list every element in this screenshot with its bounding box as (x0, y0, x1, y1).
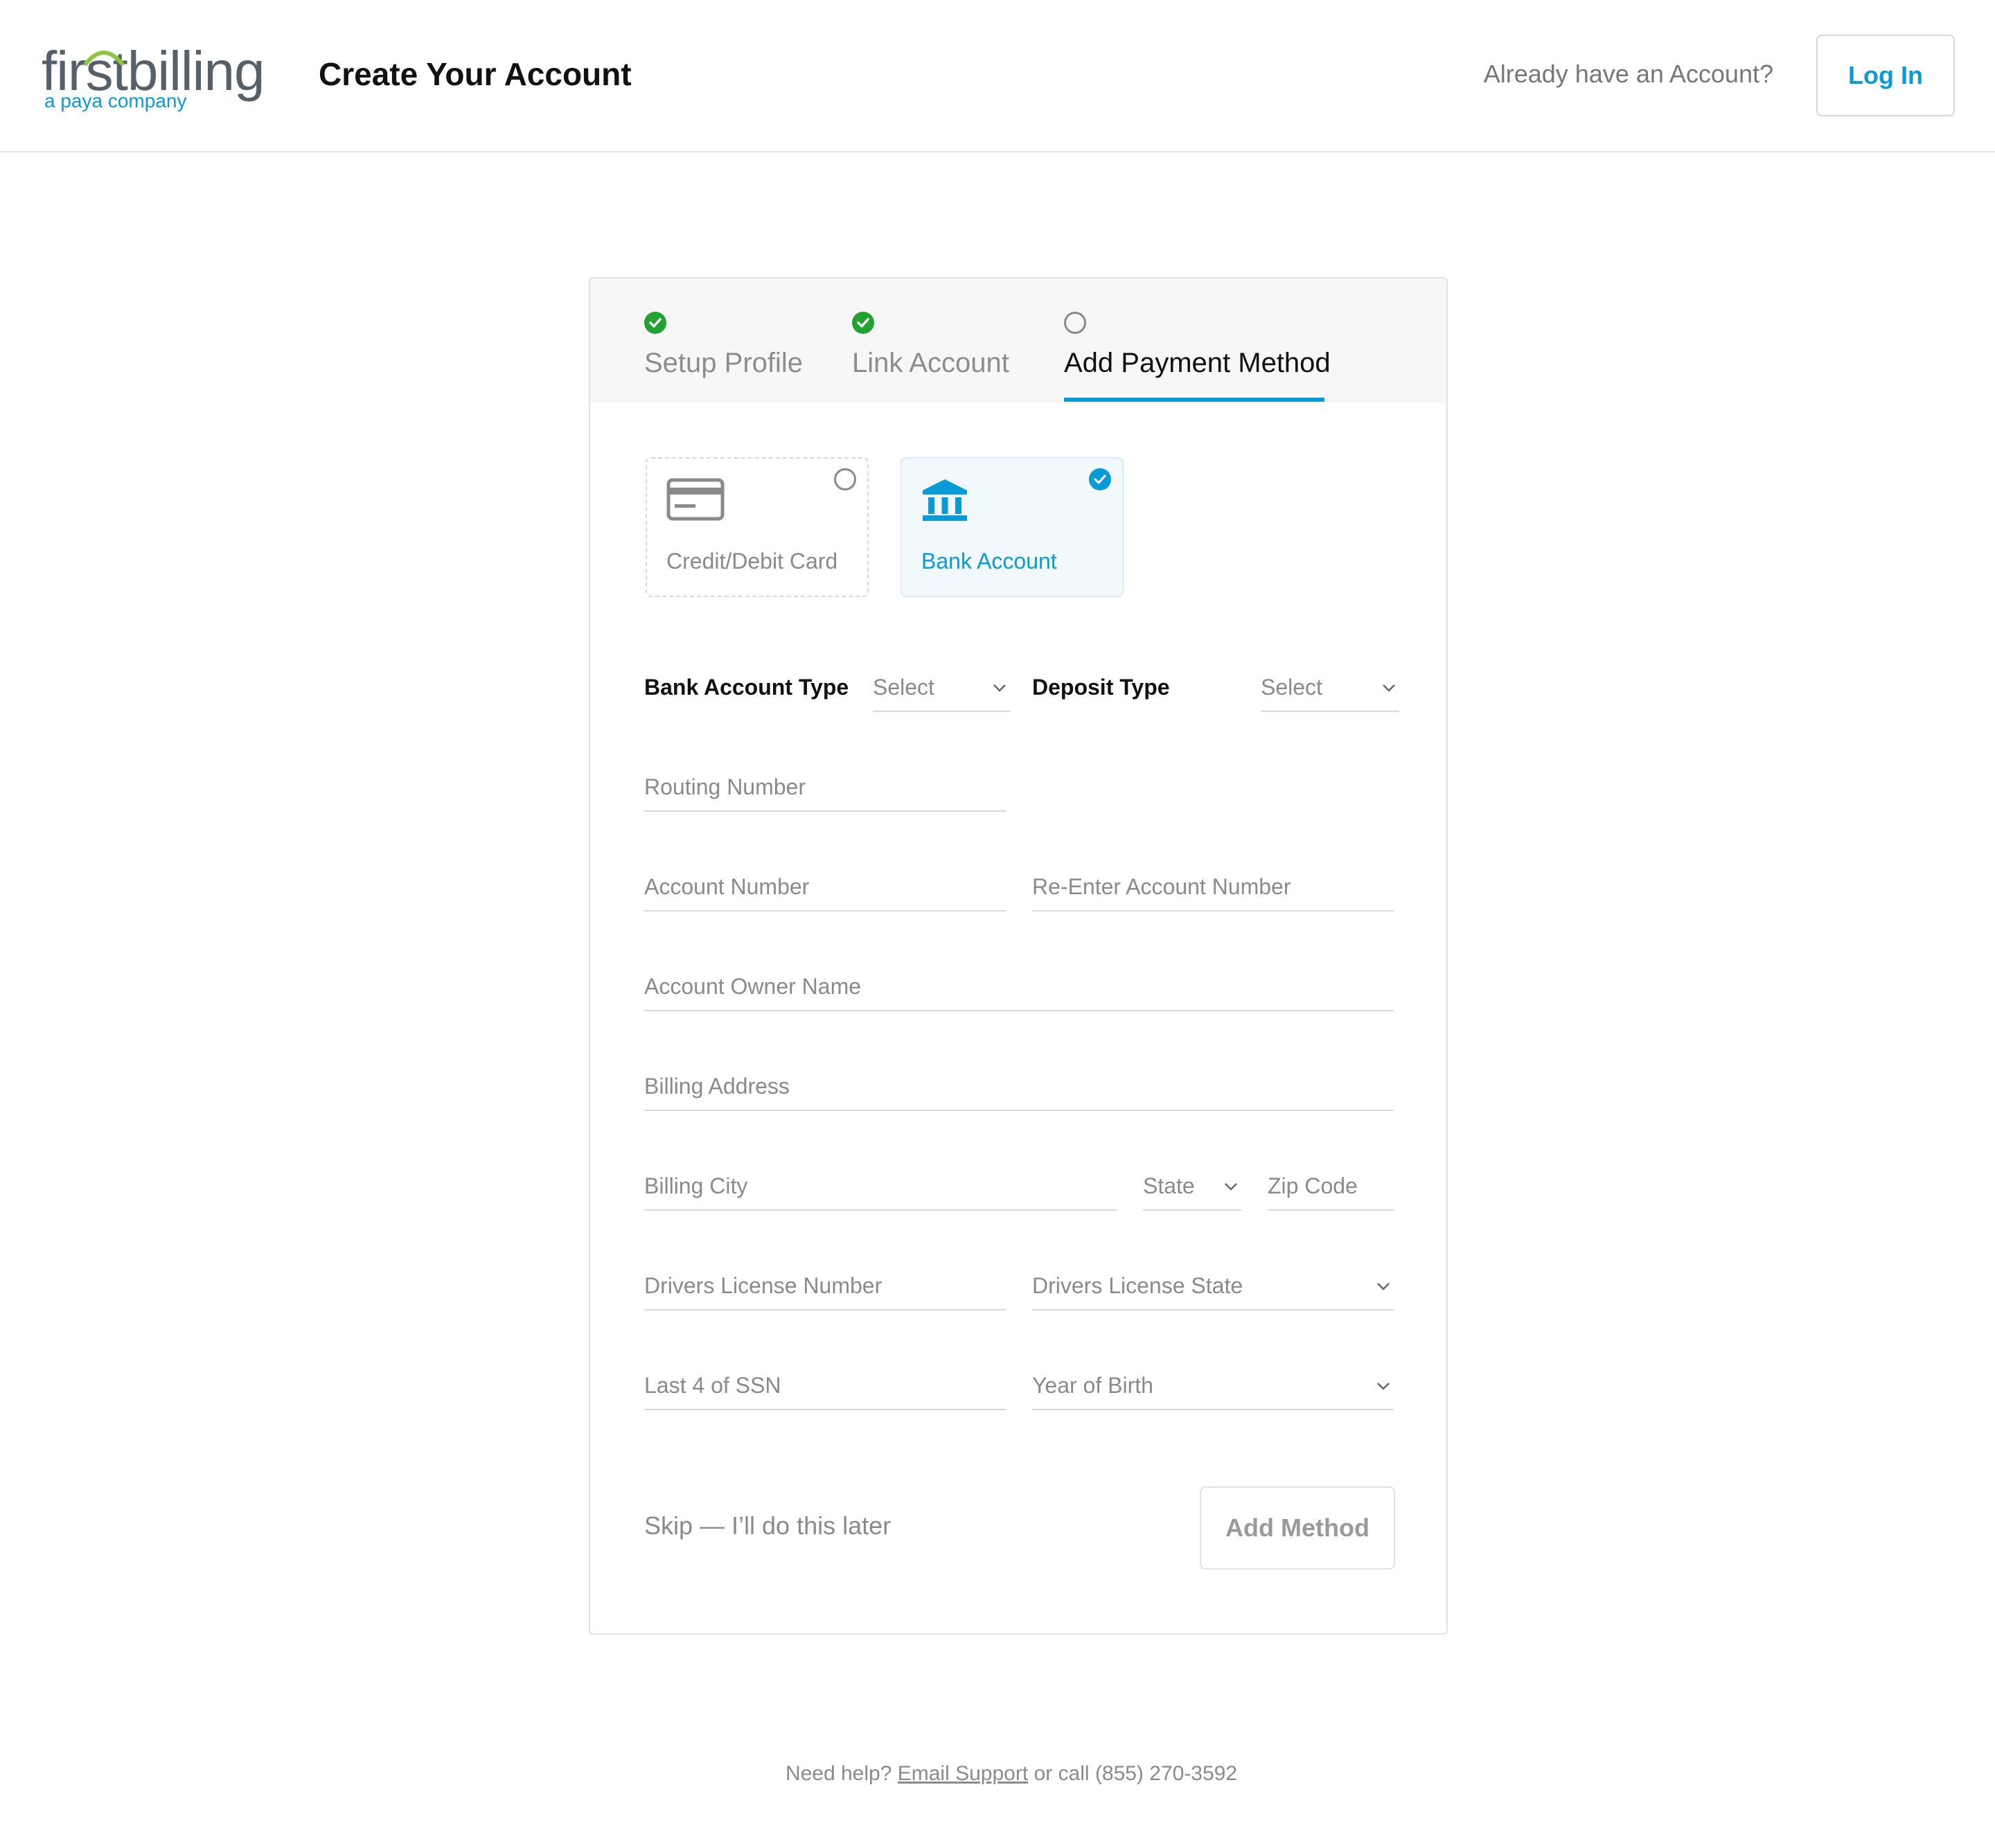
reenter-account-number-field[interactable]: Re-Enter Account Number (1032, 870, 1394, 912)
zip-code-placeholder: Zip Code (1268, 1173, 1358, 1198)
check-circle-icon (852, 312, 874, 334)
deposit-type-value: Select (1261, 675, 1322, 700)
logo-tagline: a paya company (44, 90, 187, 112)
bank-account-label: Bank Account (921, 549, 1057, 574)
chevron-down-icon (993, 684, 1006, 692)
radio-unselected-icon (834, 468, 856, 490)
bank-account-type-value: Select (873, 675, 934, 700)
skip-link[interactable]: Skip — I’ll do this later (644, 1511, 891, 1540)
payment-method-card: Setup Profile Link Account Add Payment M… (589, 277, 1448, 1635)
already-have-account-text: Already have an Account? (1483, 60, 1773, 88)
empty-circle-icon (1064, 312, 1086, 334)
drivers-license-number-field[interactable]: Drivers License Number (644, 1269, 1006, 1311)
account-number-placeholder: Account Number (644, 874, 810, 899)
drivers-license-number-placeholder: Drivers License Number (644, 1273, 883, 1298)
year-of-birth-select[interactable]: Year of Birth (1032, 1369, 1394, 1410)
billing-address-placeholder: Billing Address (644, 1074, 790, 1099)
routing-number-placeholder: Routing Number (644, 774, 806, 799)
log-in-button[interactable]: Log In (1816, 35, 1955, 116)
step-progress: Setup Profile Link Account Add Payment M… (590, 278, 1446, 403)
credit-debit-card-option[interactable]: Credit/Debit Card (646, 457, 869, 597)
bank-account-option[interactable]: Bank Account (901, 457, 1124, 597)
credit-debit-card-label: Credit/Debit Card (666, 549, 838, 574)
add-method-button[interactable]: Add Method (1200, 1486, 1395, 1570)
help-footer: Need help? Email Support or call (855) 2… (0, 1762, 1995, 1786)
zip-code-field[interactable]: Zip Code (1268, 1169, 1394, 1211)
logo-arc-icon (84, 51, 124, 66)
drivers-license-state-select[interactable]: Drivers License State (1032, 1269, 1394, 1311)
year-of-birth-placeholder: Year of Birth (1032, 1373, 1153, 1398)
email-support-link[interactable]: Email Support (898, 1762, 1028, 1785)
chevron-down-icon (1383, 684, 1395, 692)
bank-account-type-select[interactable]: Select (873, 670, 1010, 712)
state-placeholder: State (1143, 1173, 1195, 1198)
drivers-license-state-placeholder: Drivers License State (1032, 1273, 1243, 1298)
page-title: Create Your Account (319, 56, 632, 92)
top-bar: firstbilling a paya company Create Your … (0, 0, 1995, 152)
radio-selected-icon (1089, 468, 1111, 490)
firstbilling-logo[interactable]: firstbilling a paya company (42, 40, 277, 116)
credit-card-icon (666, 478, 725, 521)
chevron-down-icon (1377, 1383, 1390, 1390)
need-help-text: Need help? (785, 1762, 892, 1785)
account-number-field[interactable]: Account Number (644, 870, 1006, 912)
billing-city-field[interactable]: Billing City (644, 1169, 1117, 1211)
chevron-down-icon (1377, 1283, 1390, 1290)
chevron-down-icon (1225, 1183, 1237, 1191)
step-label: Add Payment Method (1064, 348, 1331, 378)
active-step-underline (1064, 398, 1324, 402)
last4-ssn-placeholder: Last 4 of SSN (644, 1373, 781, 1398)
bank-icon (923, 479, 967, 521)
call-support-text: or call (855) 270-3592 (1034, 1762, 1238, 1785)
step-label: Setup Profile (644, 348, 804, 378)
billing-city-placeholder: Billing City (644, 1173, 748, 1198)
bank-account-type-label: Bank Account Type (644, 675, 849, 700)
deposit-type-label: Deposit Type (1032, 675, 1170, 700)
account-owner-name-field[interactable]: Account Owner Name (644, 970, 1394, 1011)
reenter-account-number-placeholder: Re-Enter Account Number (1032, 874, 1291, 899)
check-circle-icon (644, 312, 666, 334)
billing-address-field[interactable]: Billing Address (644, 1069, 1394, 1111)
routing-number-field[interactable]: Routing Number (644, 770, 1006, 812)
state-select[interactable]: State (1143, 1169, 1241, 1211)
deposit-type-select[interactable]: Select (1261, 670, 1399, 712)
account-owner-name-placeholder: Account Owner Name (644, 974, 862, 999)
last4-ssn-field[interactable]: Last 4 of SSN (644, 1369, 1006, 1410)
step-label: Link Account (852, 348, 1009, 378)
